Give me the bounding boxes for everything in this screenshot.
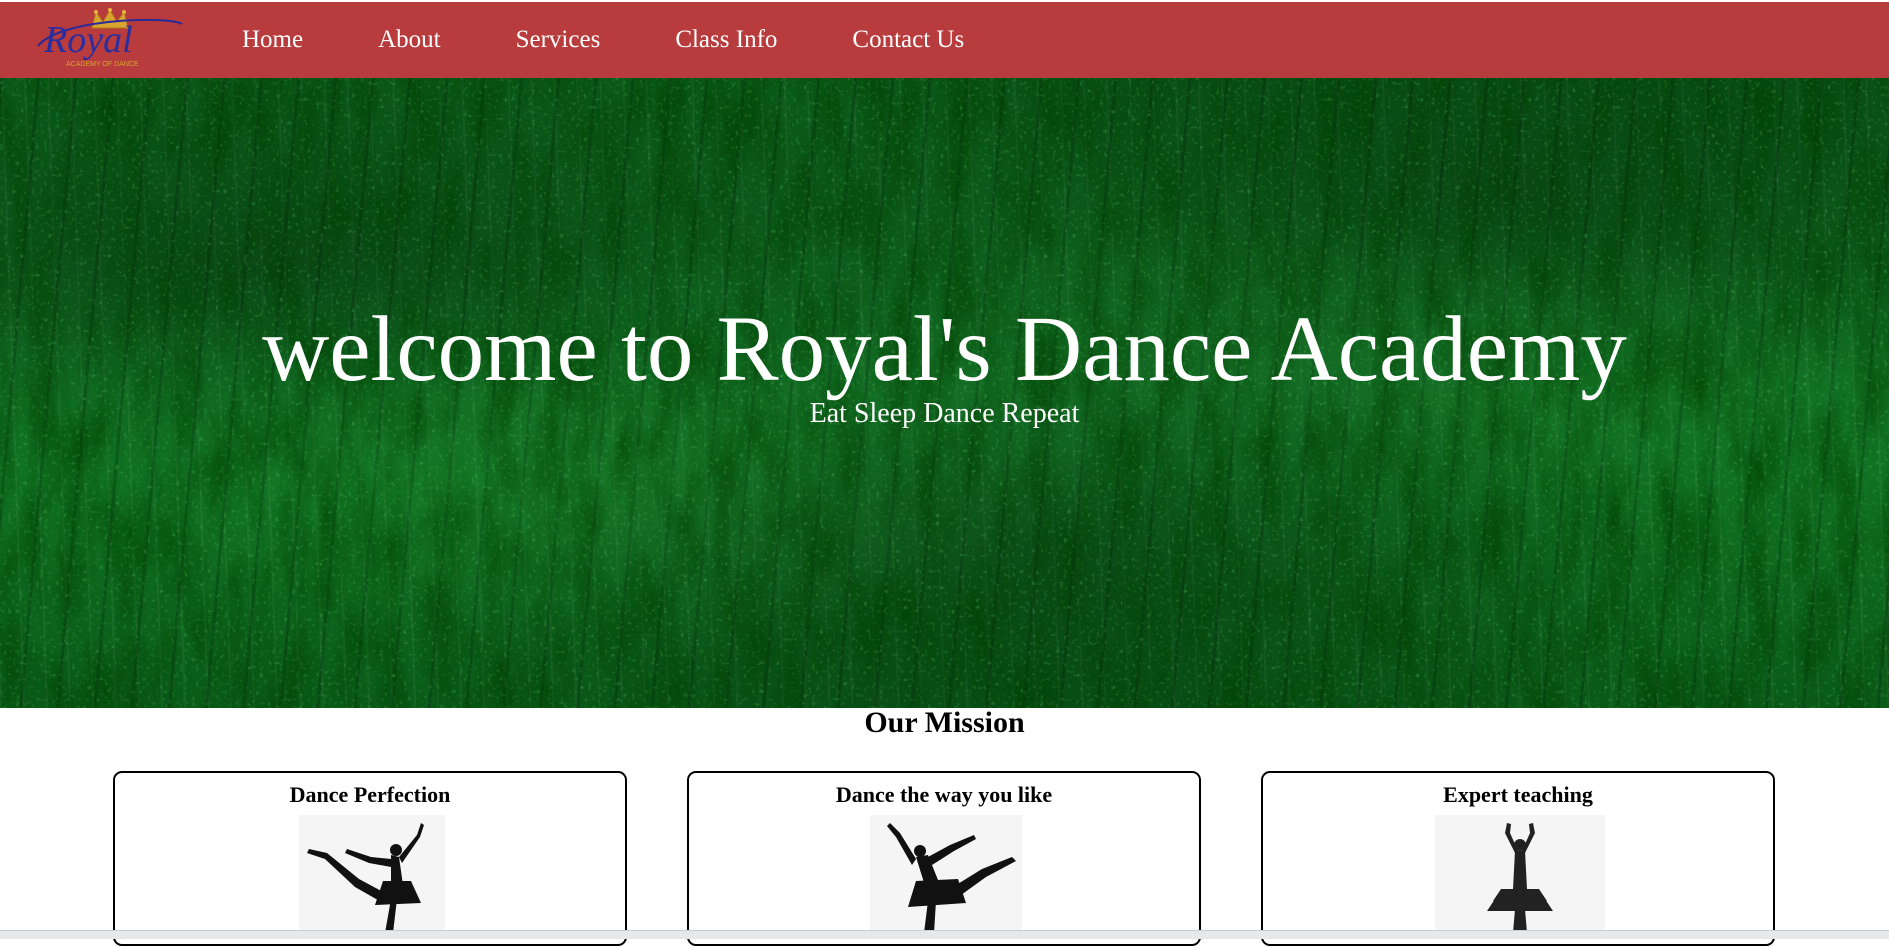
hero-subtitle: Eat Sleep Dance Repeat xyxy=(809,398,1080,429)
nav-links: Home About Services Class Info Contact U… xyxy=(242,2,1039,78)
card-title: Dance Perfection xyxy=(289,782,451,807)
card-title: Dance the way you like xyxy=(835,782,1053,807)
ballerina-arms-up-icon xyxy=(1435,815,1605,935)
mission-heading: Our Mission xyxy=(864,706,1025,739)
nav-link-about[interactable]: About xyxy=(378,26,441,54)
mission-card-dance-perfection: Dance Perfection xyxy=(113,771,627,946)
nav-link-contact-us[interactable]: Contact Us xyxy=(852,26,964,54)
ballerina-leap-icon xyxy=(870,815,1022,935)
hero-banner: welcome to Royal's Dance Academy Eat Sle… xyxy=(0,78,1889,708)
nav-link-home[interactable]: Home xyxy=(242,26,303,54)
royal-logo[interactable]: Royal ACADEMY OF DANCE xyxy=(30,6,190,72)
logo-subtext: ACADEMY OF DANCE xyxy=(66,61,139,68)
hero-title: welcome to Royal's Dance Academy xyxy=(262,298,1627,401)
mission-card-expert-teaching: Expert teaching xyxy=(1261,771,1775,946)
nav-link-class-info[interactable]: Class Info xyxy=(675,26,777,54)
top-navbar: Royal ACADEMY OF DANCE Home About Servic… xyxy=(0,2,1889,78)
logo-wordmark: Royal xyxy=(43,19,133,61)
card-title: Expert teaching xyxy=(1443,782,1593,807)
mission-card-dance-the-way: Dance the way you like xyxy=(687,771,1201,946)
nav-link-services[interactable]: Services xyxy=(516,26,601,54)
ballerina-arabesque-icon xyxy=(299,815,445,935)
